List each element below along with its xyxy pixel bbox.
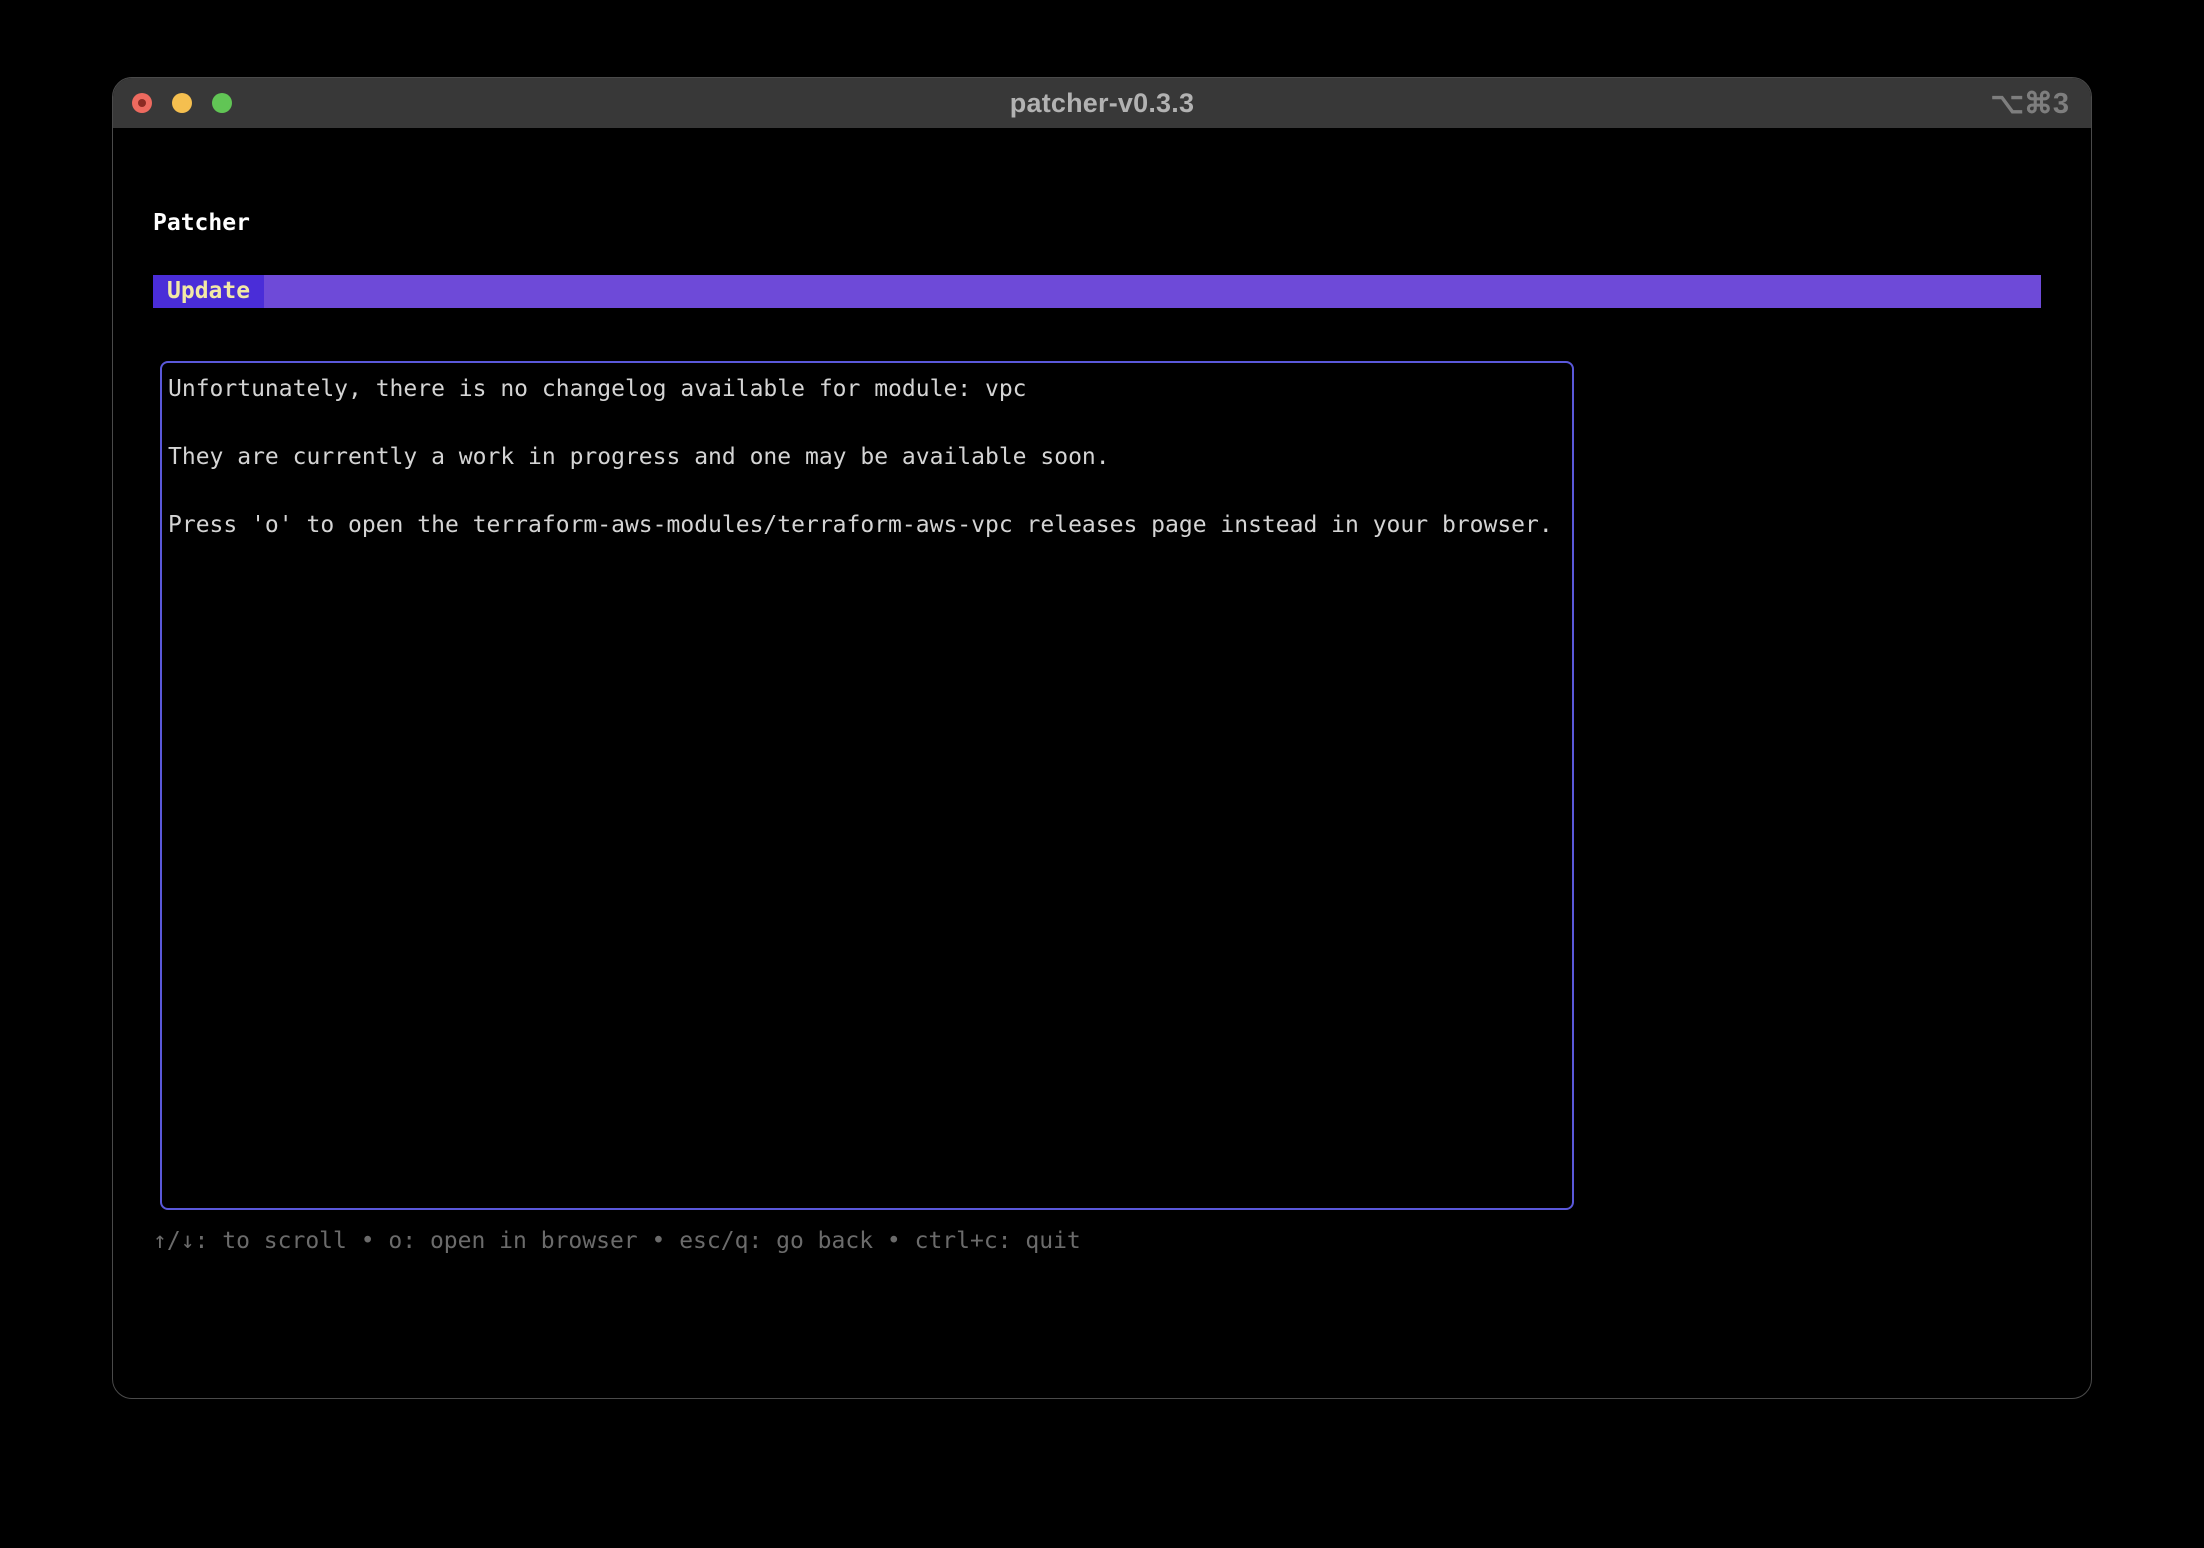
window-title: patcher-v0.3.3 bbox=[1009, 87, 1195, 118]
changelog-line: Unfortunately, there is no changelog ava… bbox=[168, 376, 1027, 402]
changelog-line: Press 'o' to open the terraform-aws-modu… bbox=[168, 512, 1553, 538]
changelog-viewport[interactable]: Unfortunately, there is no changelog ava… bbox=[160, 361, 1574, 1210]
app-heading: Patcher bbox=[153, 210, 250, 236]
tab-update[interactable]: Update bbox=[153, 275, 265, 308]
titlebar[interactable]: patcher-v0.3.3 ⌥⌘3 bbox=[113, 78, 2091, 128]
window-shortcut-hint: ⌥⌘3 bbox=[1990, 87, 2069, 120]
terminal-window: patcher-v0.3.3 ⌥⌘3 Patcher Update Unfort… bbox=[112, 77, 2092, 1399]
changelog-line: They are currently a work in progress an… bbox=[168, 444, 1110, 470]
tab-bar: Update bbox=[153, 275, 2041, 308]
help-bar: ↑/↓: to scroll • o: open in browser • es… bbox=[153, 1228, 1081, 1254]
